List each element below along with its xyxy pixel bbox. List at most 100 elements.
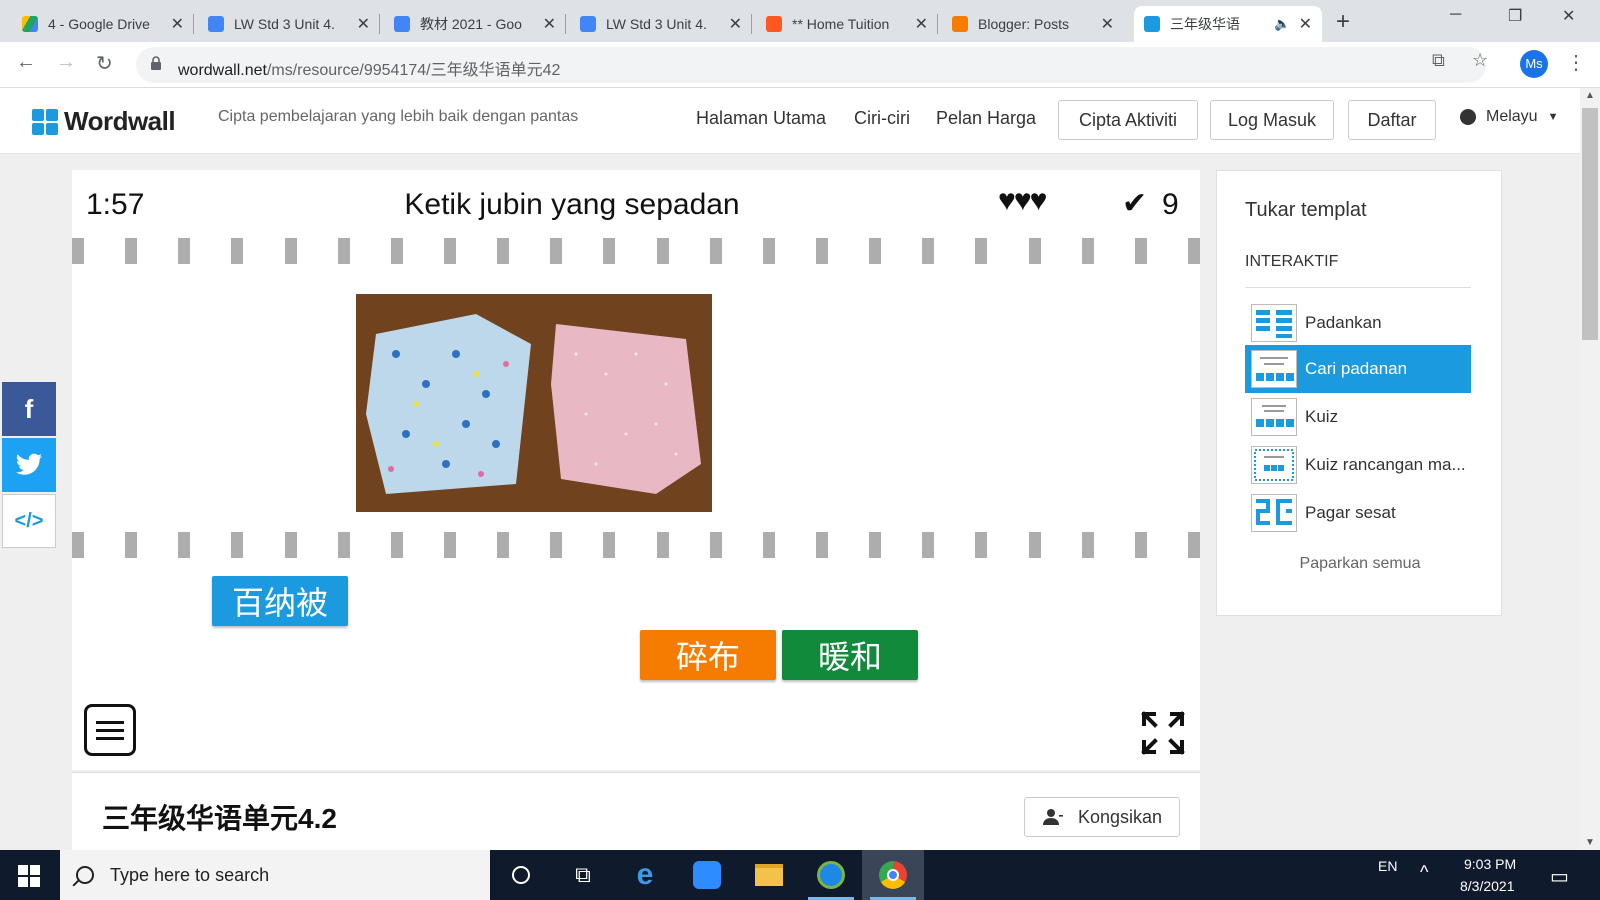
close-icon[interactable]: ✕ [357,14,370,34]
reload-icon[interactable]: ↻ [96,51,113,76]
tagline: Cipta pembelajaran yang lebih baik denga… [218,108,579,125]
address-bar[interactable]: wordwall.net/ms/resource/9954174/三年级华语单元… [136,47,1486,83]
facebook-share-button[interactable]: f [2,382,56,436]
login-button[interactable]: Log Masuk [1210,100,1334,140]
nav-features[interactable]: Ciri-ciri [854,108,910,129]
browser-toolbar: ← → ↻ wordwall.net/ms/resource/9954174/三… [0,42,1600,88]
profile-avatar[interactable]: Ms [1520,50,1548,78]
browser-tab[interactable]: ** Home Tuition ✕ [756,6,938,42]
template-label: Padankan [1305,313,1382,332]
zoom-app-icon[interactable] [676,850,738,900]
maze-chase-thumbnail-icon [1251,494,1297,532]
browser-tab[interactable]: LW Std 3 Unit 4. ✕ [198,6,380,42]
embed-button[interactable]: </> [2,494,56,548]
input-language[interactable]: EN [1378,858,1397,874]
search-icon [76,866,94,884]
close-icon[interactable]: ✕ [1299,14,1312,34]
new-tab-button[interactable]: + [1336,8,1350,36]
speaker-icon[interactable]: 🔈 [1274,16,1290,32]
page-scrollbar[interactable]: ▲ ▼ [1580,88,1600,850]
url-path: /ms/resource/9954174/三年级华语单元42 [266,62,561,79]
answer-tile[interactable]: 百纳被 [212,576,348,626]
activity-info: 三年级华语单元4.2 Kongsikan [72,772,1200,850]
template-option-quiz[interactable]: Kuiz [1245,393,1471,441]
forward-icon[interactable]: → [56,51,76,74]
answer-tile[interactable]: 碎布 [640,630,776,680]
fabric-scraps-image [356,294,712,512]
site-header: Wordwall Cipta pembelajaran yang lebih b… [0,88,1580,154]
restore-icon[interactable]: ❐ [1508,6,1522,26]
wordwall-logo[interactable]: Wordwall [32,106,176,137]
template-option-gameshow-quiz[interactable]: Kuiz rancangan ma... [1245,441,1471,489]
game-menu-button[interactable] [84,704,136,756]
scrollbar-thumb[interactable] [1582,108,1598,340]
create-activity-button[interactable]: Cipta Aktiviti [1058,100,1198,140]
browser-tab-strip: 4 - Google Drive ✕ LW Std 3 Unit 4. ✕ 教材… [0,0,1600,42]
close-icon[interactable]: ✕ [915,14,928,34]
media-player-icon[interactable] [800,850,862,900]
menu-kebab-icon[interactable]: ⋮ [1566,50,1586,75]
browser-tab[interactable]: Blogger: Posts ✕ [942,6,1124,42]
template-option-match-up[interactable]: Padankan [1245,299,1471,347]
blogger-icon [766,16,782,32]
nav-home[interactable]: Halaman Utama [696,108,826,129]
show-all-link[interactable]: Paparkan semua [1217,555,1503,573]
clock-time[interactable]: 9:03 PM [1464,856,1516,872]
tab-label: 三年级华语 [1170,16,1240,32]
close-icon[interactable]: ✕ [1101,14,1114,34]
tab-label: Blogger: Posts [978,16,1070,32]
template-label: Cari padanan [1305,359,1408,378]
switch-template-title: Tukar templat [1245,199,1367,221]
bookmark-star-icon[interactable]: ☆ [1472,50,1488,71]
template-option-find-match[interactable]: Cari padanan [1245,345,1471,393]
close-icon[interactable]: ✕ [729,14,742,34]
answer-tile[interactable]: 暖和 [782,630,918,680]
dashed-border-top [72,238,1200,264]
fullscreen-icon[interactable] [1140,710,1186,756]
task-view-icon[interactable]: ⧉ [552,850,614,900]
file-explorer-icon[interactable] [738,850,800,900]
browser-tab[interactable]: 教材 2021 - Goo ✕ [384,6,566,42]
scroll-up-icon[interactable]: ▲ [1580,90,1600,101]
template-switcher-panel: Tukar templat INTERAKTIF Padankan Cari p… [1216,170,1502,616]
google-docs-icon [208,16,224,32]
check-icon: ✔ [1122,187,1148,220]
google-drive-icon [22,16,38,32]
template-label: Pagar sesat [1305,503,1396,522]
scroll-down-icon[interactable]: ▼ [1580,837,1600,848]
minimize-icon[interactable]: ─ [1450,6,1461,24]
activity-title: 三年级华语单元4.2 [102,803,337,834]
browser-tab-active[interactable]: 三年级华语 🔈 ✕ [1134,6,1322,42]
logo-text: Wordwall [64,106,176,136]
signup-button[interactable]: Daftar [1348,100,1436,140]
language-selector[interactable]: Melayu ▼ [1460,108,1558,126]
share-button[interactable]: Kongsikan [1024,797,1180,837]
template-label: Kuiz rancangan ma... [1305,455,1466,474]
browser-tab[interactable]: 4 - Google Drive ✕ [12,6,194,42]
browser-tab[interactable]: LW Std 3 Unit 4. ✕ [570,6,752,42]
code-icon: </> [14,509,44,532]
gameshow-quiz-thumbnail-icon [1251,446,1297,484]
translate-icon[interactable]: ⧉ [1432,50,1445,71]
close-icon[interactable]: ✕ [543,14,556,34]
edge-browser-icon[interactable]: e [614,850,676,900]
notification-icon[interactable]: ▭ [1550,864,1569,889]
windows-start-icon[interactable] [18,865,40,887]
blogger-icon [952,16,968,32]
taskbar-search[interactable]: Type here to search [60,850,490,900]
close-window-icon[interactable]: ✕ [1562,6,1575,26]
tab-label: ** Home Tuition [792,16,890,32]
tray-chevron-icon[interactable]: ^ [1420,862,1428,883]
chrome-icon[interactable] [862,850,924,900]
clock-date[interactable]: 8/3/2021 [1460,878,1515,894]
template-option-maze-chase[interactable]: Pagar sesat [1245,489,1471,537]
google-docs-icon [394,16,410,32]
cortana-icon[interactable] [490,850,552,900]
facebook-icon: f [24,393,34,424]
back-icon[interactable]: ← [16,51,36,74]
template-label: Kuiz [1305,407,1339,426]
close-icon[interactable]: ✕ [171,14,184,34]
interactive-section-label: INTERAKTIF [1245,253,1339,270]
nav-pricing[interactable]: Pelan Harga [936,108,1036,129]
twitter-share-button[interactable] [2,438,56,492]
